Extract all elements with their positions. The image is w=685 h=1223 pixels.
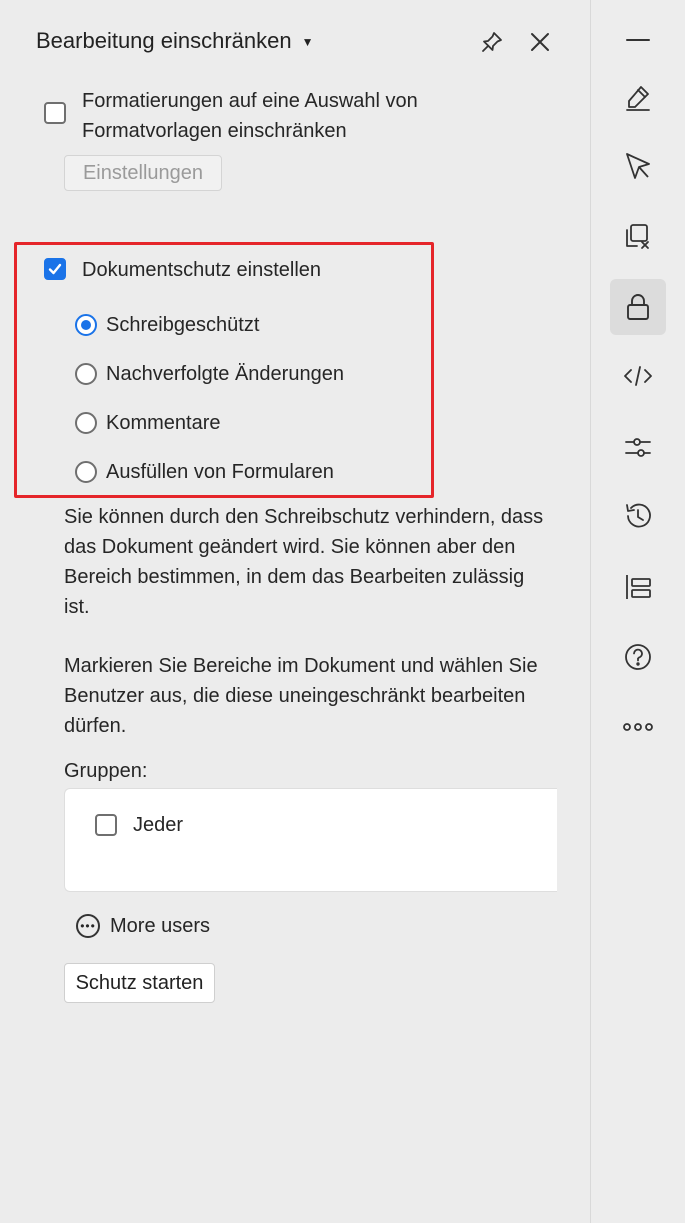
- restrict-editing-panel: Bearbeitung einschränken ▼ Formatierunge…: [0, 0, 590, 1223]
- restrict-editing-button[interactable]: [610, 279, 666, 335]
- radio-comments[interactable]: [75, 412, 97, 434]
- description-line: das Dokument geändert wird. Sie können a…: [64, 536, 516, 558]
- settings-button[interactable]: Einstellungen: [64, 155, 222, 191]
- close-icon: [531, 33, 549, 51]
- radio-forms[interactable]: [75, 461, 97, 483]
- format-restrict-label-line2: Formatvorlagen einschränken: [82, 120, 347, 142]
- description-line: dürfen.: [64, 715, 127, 737]
- adjust-button[interactable]: [610, 419, 666, 475]
- start-protection-button[interactable]: Schutz starten: [64, 963, 215, 1003]
- minimize-button[interactable]: [610, 12, 666, 68]
- chevron-down-icon: ▼: [301, 35, 314, 49]
- help-button[interactable]: [610, 629, 666, 685]
- minimize-icon: [626, 39, 650, 41]
- more-options-button[interactable]: [610, 699, 666, 755]
- pin-button[interactable]: [478, 28, 506, 56]
- sliders-icon: [625, 438, 651, 457]
- history-icon: [626, 503, 651, 528]
- description-line: ist.: [64, 596, 90, 618]
- description-exceptions: Markieren Sie Bereiche im Dokument und w…: [64, 651, 564, 741]
- more-users-label: More users: [110, 914, 211, 937]
- format-restrict-label-line1: Formatierungen auf eine Auswahl von: [82, 90, 418, 112]
- help-icon: [625, 644, 651, 670]
- radio-readonly[interactable]: [75, 314, 97, 336]
- pen-icon: [626, 86, 650, 111]
- more-icon: [623, 723, 653, 731]
- radio-comments-label: Kommentare: [106, 412, 221, 434]
- description-line: Sie können durch den Schreibschutz verhi…: [64, 506, 544, 528]
- description-readonly: Sie können durch den Schreibschutz verhi…: [64, 502, 564, 622]
- more-users-button[interactable]: ••• More users: [76, 914, 210, 938]
- panel-title: Bearbeitung einschränken: [36, 28, 292, 53]
- structure-icon: [626, 575, 651, 599]
- draw-button[interactable]: [610, 70, 666, 126]
- radio-tracked-changes-label: Nachverfolgte Änderungen: [106, 363, 344, 385]
- description-line: Markieren Sie Bereiche im Dokument und w…: [64, 655, 538, 677]
- structure-button[interactable]: [610, 559, 666, 615]
- description-line: Benutzer aus, die diese uneingeschränkt …: [64, 685, 526, 707]
- group-everyone-checkbox[interactable]: [95, 814, 117, 836]
- pointer-icon: [626, 153, 650, 179]
- close-button[interactable]: [526, 28, 554, 56]
- lock-icon: [627, 294, 649, 320]
- protection-checkbox[interactable]: [44, 258, 66, 280]
- protection-label: Dokumentschutz einstellen: [82, 259, 322, 281]
- clear-format-icon: [626, 224, 649, 249]
- code-button[interactable]: [610, 348, 666, 404]
- groups-label: Gruppen:: [64, 760, 148, 782]
- select-button[interactable]: [610, 138, 666, 194]
- description-line: Bereich bestimmen, in dem das Bearbeiten…: [64, 566, 525, 588]
- radio-readonly-label: Schreibgeschützt: [106, 314, 260, 336]
- groups-list: Jeder: [64, 788, 557, 892]
- pin-icon: [482, 32, 502, 52]
- group-everyone-label: Jeder: [133, 814, 184, 836]
- format-restrict-checkbox[interactable]: [44, 102, 66, 124]
- more-circle-icon: •••: [76, 914, 100, 938]
- code-icon: [624, 366, 652, 386]
- clear-format-button[interactable]: [610, 208, 666, 264]
- radio-forms-label: Ausfüllen von Formularen: [106, 461, 334, 483]
- history-button[interactable]: [610, 488, 666, 544]
- panel-title-dropdown[interactable]: Bearbeitung einschränken ▼: [36, 28, 314, 54]
- radio-tracked-changes[interactable]: [75, 363, 97, 385]
- checkmark-icon: [48, 263, 62, 275]
